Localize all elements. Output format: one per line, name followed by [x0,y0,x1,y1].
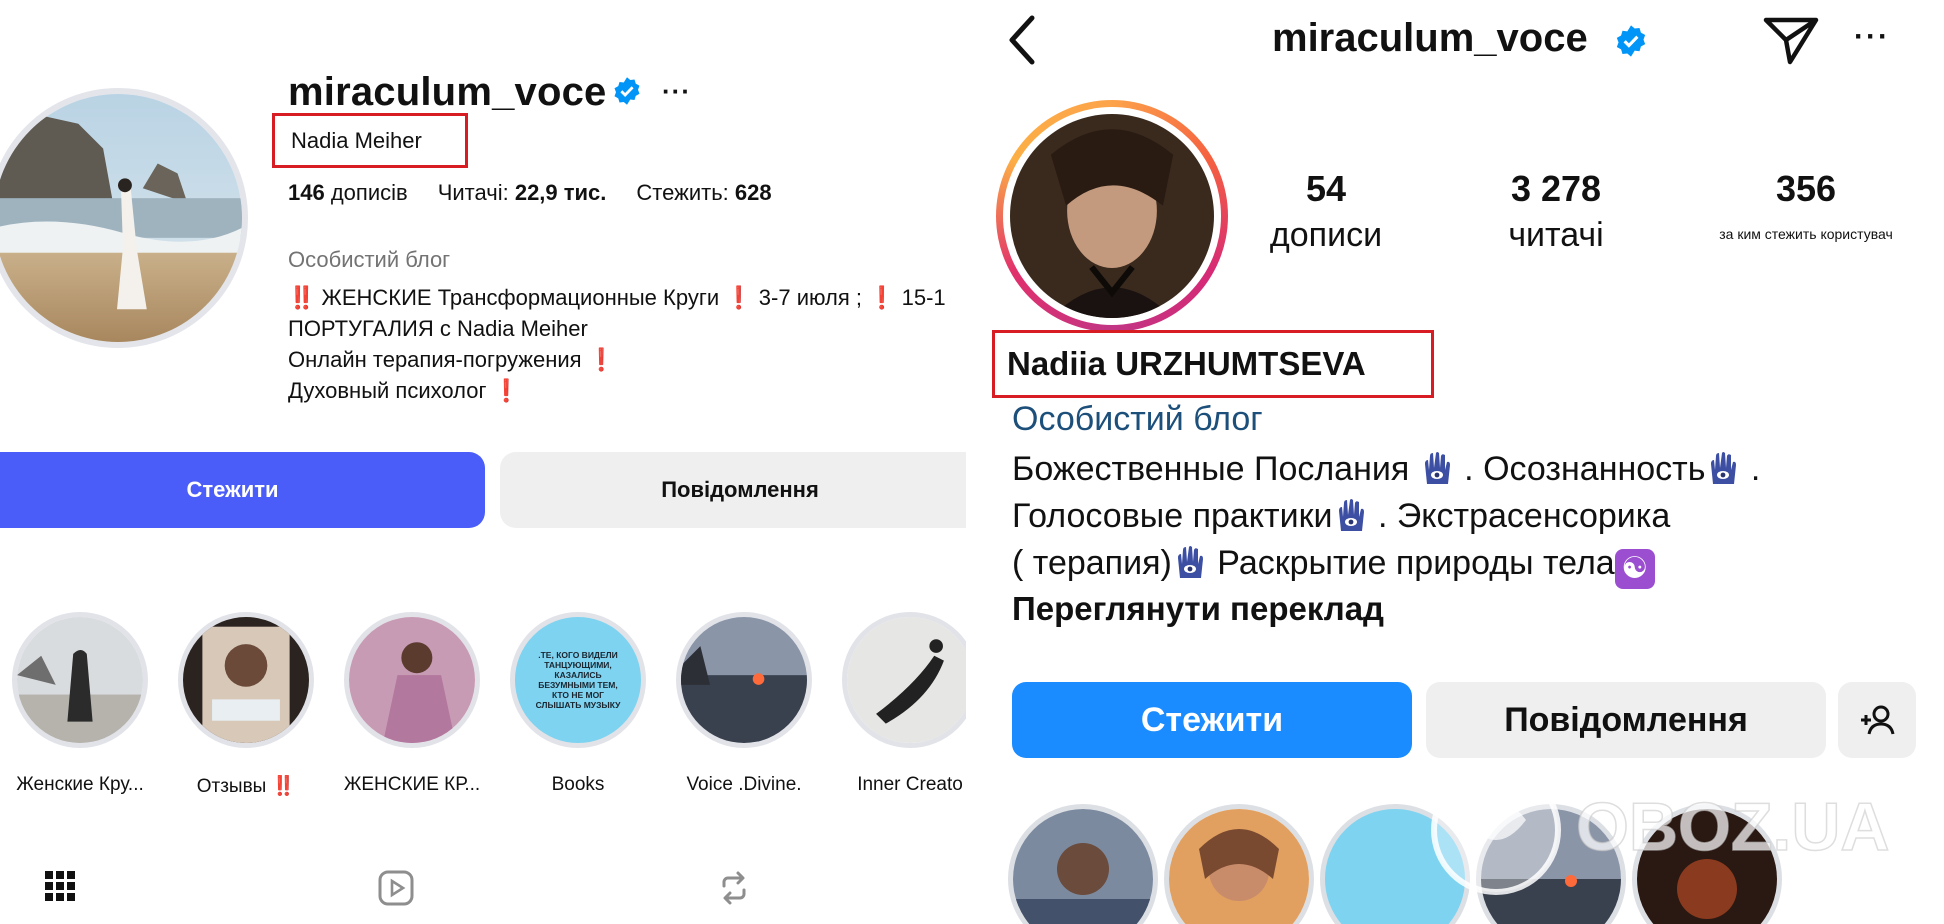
story-highlight[interactable]: Voice .Divine. [674,612,814,796]
follow-button[interactable]: Стежити [1012,682,1412,758]
full-name-text: Nadiia URZHUMTSEVA [1007,345,1366,382]
profile-avatar[interactable] [0,88,248,348]
story-highlight[interactable] [1632,804,1782,924]
profile-username: miraculum_voce [288,70,607,114]
avatar-beach-image [0,94,242,342]
highlight-label: Inner Creato [857,774,963,795]
posts-stat: 54 дописи [1269,168,1383,254]
follow-button[interactable]: Стежити [0,452,485,528]
bio-line: Божественные Послания . Осознанность . [1012,450,1761,488]
following-count[interactable]: Стежить: 628 [636,180,771,206]
highlight-cover-books: .ТЕ, КОГО ВИДЕЛИ ТАНЦУЮЩИМИ, КАЗАЛИСЬ БЕ… [510,612,646,748]
highlight-label: Женские Кру... [16,774,144,795]
highlight-cover [676,612,812,748]
highlight-cover [12,612,148,748]
following-stat[interactable]: 356 за ким стежить користувач [1686,168,1926,242]
profile-category[interactable]: Особистий блог [1012,400,1263,439]
story-highlight[interactable]: ЖЕНСКИЕ КР... [342,612,482,796]
story-highlight[interactable] [1008,804,1158,924]
story-highlight[interactable]: Отзывы ‼️ [176,612,316,798]
profile-avatar [1010,114,1214,318]
story-highlight[interactable]: Женские Кру... [10,612,150,796]
reposts-icon[interactable] [716,870,752,906]
story-highlight[interactable] [1476,804,1626,924]
desktop-profile-panel: miraculum_voce ··· Nadia Meiher 146 допи… [0,0,966,924]
profile-bio: Божественные Послания . Осознанность . Г… [1012,446,1760,589]
profile-category: Особистий блог [288,247,451,272]
highlight-cover [178,612,314,748]
profile-full-name-highlighted: Nadiia URZHUMTSEVA [992,330,1434,398]
more-options-icon[interactable]: ··· [1854,20,1890,54]
hamsa-icon [1338,499,1364,531]
highlight-cover [344,612,480,748]
highlight-label: Отзывы ‼️ [196,776,296,797]
posts-grid-icon[interactable] [44,870,76,902]
message-button[interactable]: Повідомлення [500,452,966,528]
mobile-profile-panel: miraculum_voce ··· 54 дописи 3 278 читач… [966,0,1944,924]
profile-username: miraculum_voce [1272,16,1588,60]
profile-stats: 146 дописів Читачі: 22,9 тис. Стежить: 6… [288,180,772,206]
yin-yang-icon: ☯ [1614,549,1655,589]
followers-stat[interactable]: 3 278 читачі [1466,168,1646,255]
story-highlight[interactable] [1164,804,1314,924]
more-options-icon[interactable]: ··· [662,76,691,107]
message-button[interactable]: Повідомлення [1426,682,1826,758]
bio-line: ПОРТУГАЛИЯ с Nadia Meiher [288,316,588,341]
see-translation-link[interactable]: Переглянути переклад [1012,590,1384,628]
followers-count[interactable]: Читачі: 22,9 тис. [438,180,607,206]
profile-bio: ‼️ ЖЕНСКИЕ Трансформационные Круги ❗ 3-7… [288,282,946,406]
add-person-icon [1861,705,1895,735]
verified-badge-icon [614,77,640,105]
hamsa-icon [1711,452,1737,484]
bio-line: Онлайн терапия-погружения ❗ [288,347,616,372]
bio-line: ‼️ ЖЕНСКИЕ Трансформационные Круги ❗ 3-7… [288,285,946,310]
highlight-cover [842,612,966,748]
suggest-people-button[interactable] [1838,682,1916,758]
hamsa-icon [1177,546,1203,578]
reels-icon[interactable] [378,870,414,906]
full-name-text: Nadia Meiher [291,127,422,153]
bio-line: Голосовые практики . Экстрасенсорика [1012,497,1671,535]
profile-avatar-story-ring[interactable] [996,100,1228,332]
bio-line: Духовный психолог ❗ [288,378,520,403]
back-arrow-icon[interactable] [1004,12,1040,68]
send-message-icon[interactable] [1762,14,1820,66]
profile-full-name-highlighted: Nadia Meiher [272,113,468,168]
story-highlight[interactable] [1320,804,1470,924]
bio-line: ( терапия) Раскрытие природы тела ☯ [1012,540,1760,589]
hamsa-icon [1424,452,1450,484]
verified-badge-icon [1616,25,1646,57]
highlight-label: Books [551,774,605,795]
posts-count: 146 дописів [288,180,408,205]
highlight-label: ЖЕНСКИЕ КР... [343,774,481,795]
highlight-label: Voice .Divine. [686,774,802,795]
story-highlight[interactable]: Inner Creato [840,612,966,796]
story-highlight[interactable]: .ТЕ, КОГО ВИДЕЛИ ТАНЦУЮЩИМИ, КАЗАЛИСЬ БЕ… [508,612,648,796]
